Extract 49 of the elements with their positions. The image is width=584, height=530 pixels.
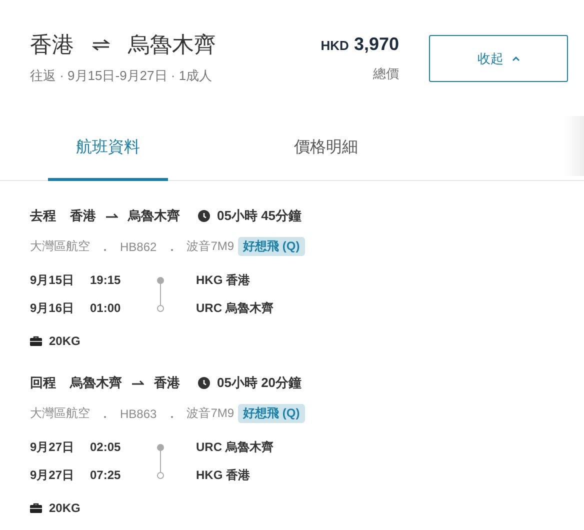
stop-time: 01:00 xyxy=(90,301,122,315)
flight-number: HB862 xyxy=(120,240,157,254)
separator-dot xyxy=(170,248,173,250)
tab[interactable]: 航班資料 xyxy=(48,116,168,181)
tab[interactable]: 價格明細 xyxy=(266,116,386,181)
stop-time: 19:15 xyxy=(90,273,122,287)
leg-direction: 去程 xyxy=(30,207,56,225)
arrival-city: 香港 xyxy=(154,374,180,392)
stop-date: 9月27日 xyxy=(30,466,76,484)
airport: URC 烏魯木齊 xyxy=(196,300,274,316)
stop-date: 9月16日 xyxy=(30,300,76,316)
stop-time: 02:05 xyxy=(90,440,122,454)
flight-number: HB863 xyxy=(120,406,157,420)
currency: HKD xyxy=(320,38,349,53)
stop-time: 07:25 xyxy=(90,468,122,482)
suitcase-icon xyxy=(30,336,42,346)
price-label: 總價 xyxy=(372,65,399,83)
airline: 大灣區航空 xyxy=(30,238,90,255)
trip-info: 往返 · 9月15日-9月27日 · 1成人 xyxy=(30,67,214,85)
swap-icon xyxy=(92,39,110,51)
suitcase-icon xyxy=(30,503,42,513)
flight-duration: 05小時 45分鐘 xyxy=(217,207,302,225)
separator-dot xyxy=(104,416,106,418)
baggage-allowance: 20KG xyxy=(49,501,80,515)
clock-icon xyxy=(198,377,210,389)
total-price: 3,970 xyxy=(354,34,399,55)
departure-city: 香港 xyxy=(70,207,96,225)
flight-duration: 05小時 20分鐘 xyxy=(217,374,302,392)
stop-date: 9月27日 xyxy=(30,438,76,456)
separator-dot xyxy=(104,248,106,250)
baggage-allowance: 20KG xyxy=(49,334,80,348)
fare-badge: 好想飛 (Q) xyxy=(238,404,305,423)
collapse-button[interactable]: 收起 xyxy=(429,35,568,82)
leg-direction: 回程 xyxy=(30,374,56,392)
destination-city: 烏魯木齊 xyxy=(128,31,216,59)
fare-badge: 好想飛 (Q) xyxy=(238,237,305,256)
aircraft: 波音7M9 xyxy=(186,405,234,422)
airline: 大灣區航空 xyxy=(30,405,90,422)
aircraft: 波音7M9 xyxy=(186,238,234,255)
caret-icon xyxy=(512,56,520,61)
airport: URC 烏魯木齊 xyxy=(196,438,274,456)
airport: HKG 香港 xyxy=(196,272,250,288)
arrival-city: 烏魯木齊 xyxy=(128,207,180,225)
stop-date: 9月15日 xyxy=(30,272,76,288)
origin-city: 香港 xyxy=(30,31,74,59)
clock-icon xyxy=(198,210,210,222)
airport: HKG 香港 xyxy=(196,466,250,484)
departure-city: 烏魯木齊 xyxy=(70,374,122,392)
separator-dot xyxy=(170,416,173,418)
